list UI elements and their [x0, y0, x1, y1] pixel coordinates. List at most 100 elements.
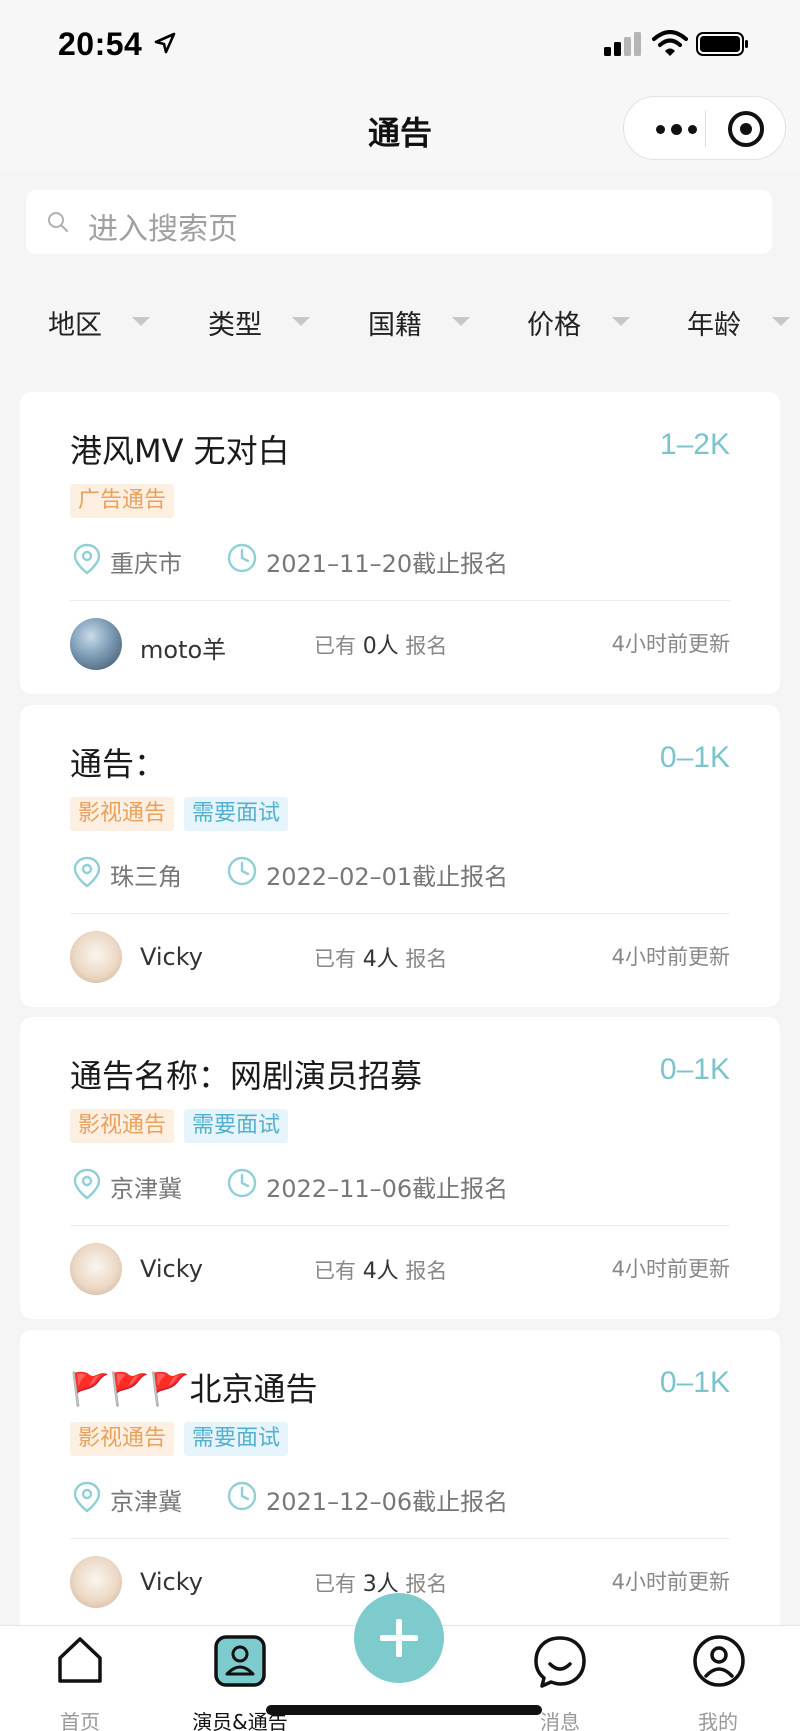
signup-count: 已有 4人 报名	[314, 1253, 447, 1285]
signup-number: 4人	[362, 947, 399, 972]
filter-nationality[interactable]: 国籍	[368, 300, 422, 344]
notice-meta: 重庆市 2021–11–20截止报名	[70, 542, 730, 578]
location-arrow-icon	[154, 32, 176, 54]
notice-tag: 影视通告	[70, 797, 175, 831]
home-icon	[58, 1637, 102, 1683]
clock-icon	[227, 1481, 257, 1511]
clock-icon	[227, 1168, 257, 1198]
signup-count: 已有 0人 报名	[314, 628, 447, 660]
signup-prefix: 已有	[314, 947, 356, 971]
card-divider	[70, 913, 730, 914]
signup-count: 已有 3人 报名	[314, 1566, 447, 1598]
wifi-icon	[652, 30, 688, 56]
notice-location: 京津冀	[110, 1488, 182, 1516]
filter-price[interactable]: 价格	[527, 300, 581, 344]
notice-title: 通告名称：网剧演员招募	[70, 1057, 423, 1095]
location-pin-icon	[73, 543, 101, 575]
notice-card[interactable]: 通告： 0–1K 影视通告 需要面试 珠三角 2022–02–01截止报名 Vic…	[20, 705, 780, 1007]
notice-deadline: 2022–11–06截止报名	[266, 1175, 509, 1203]
chevron-down-icon	[292, 317, 310, 326]
tab-messages[interactable]: 消息	[500, 1626, 620, 1731]
poster-name[interactable]: Vicky	[140, 943, 203, 971]
notice-card[interactable]: 通告名称：网剧演员招募 0–1K 影视通告 需要面试 京津冀 2022–11–06…	[20, 1017, 780, 1319]
notice-meta: 京津冀 2021–12–06截止报名	[70, 1480, 730, 1516]
search-bar[interactable]: 进入搜索页	[26, 190, 772, 254]
signup-suffix: 报名	[405, 634, 448, 658]
notice-card[interactable]: 🚩🚩🚩北京通告 0–1K 影视通告 需要面试 京津冀 2021–12–06截止报名…	[20, 1330, 780, 1632]
notice-price: 1–2K	[659, 428, 730, 461]
user-profile-icon	[693, 1635, 745, 1687]
chevron-down-icon	[612, 317, 630, 326]
tab-mine[interactable]: 我的	[658, 1626, 778, 1731]
poster-name[interactable]: Vicky	[140, 1255, 203, 1283]
filter-label: 年龄	[687, 309, 741, 341]
notice-tag: 需要面试	[184, 797, 289, 831]
notice-tag: 影视通告	[70, 1109, 175, 1143]
notice-footer: moto羊 已有 0人 报名 4小时前更新	[70, 618, 730, 670]
avatar[interactable]	[70, 931, 122, 983]
avatar[interactable]	[70, 1556, 122, 1608]
avatar[interactable]	[70, 618, 122, 670]
notice-tag: 影视通告	[70, 1422, 175, 1456]
notice-tag: 广告通告	[70, 484, 175, 518]
signup-suffix: 报名	[405, 1572, 448, 1596]
chevron-down-icon	[772, 317, 790, 326]
poster-name[interactable]: moto羊	[140, 630, 226, 665]
chevron-down-icon	[132, 317, 150, 326]
mini-program-capsule	[623, 96, 786, 160]
notice-location: 重庆市	[110, 550, 182, 578]
notice-tags: 影视通告 需要面试	[70, 1109, 289, 1143]
close-mini-program-icon[interactable]	[728, 111, 764, 147]
status-time: 20:54	[58, 26, 143, 62]
location-pin-icon	[73, 856, 101, 888]
notice-footer: Vicky 已有 4人 报名 4小时前更新	[70, 931, 730, 983]
battery-icon	[696, 32, 748, 56]
filter-age[interactable]: 年龄	[687, 300, 741, 344]
clock-icon	[227, 543, 257, 573]
capsule-divider	[705, 111, 706, 147]
cellular-signal-icon	[604, 32, 641, 56]
card-divider	[70, 600, 730, 601]
search-placeholder: 进入搜索页	[88, 212, 238, 247]
search-icon	[48, 212, 68, 232]
home-indicator	[266, 1705, 542, 1715]
message-bubble-icon	[534, 1636, 586, 1688]
tab-home[interactable]: 首页	[20, 1626, 140, 1731]
notice-price: 0–1K	[659, 1366, 730, 1399]
notice-price: 0–1K	[659, 1053, 730, 1086]
more-menu-icon[interactable]	[646, 115, 706, 143]
notice-card[interactable]: 港风MV 无对白 1–2K 广告通告 重庆市 2021–11–20截止报名 mo…	[20, 392, 780, 694]
tab-label: 首页	[60, 1710, 100, 1731]
filter-bar: 地区 类型 国籍 价格 年龄	[0, 300, 800, 344]
filter-label: 类型	[208, 309, 262, 341]
notice-tags: 影视通告 需要面试	[70, 797, 289, 831]
updated-time: 4小时前更新	[611, 632, 730, 656]
filter-label: 地区	[48, 309, 102, 341]
tab-talent-notices[interactable]: 演员&通告	[180, 1626, 300, 1731]
notice-title: 🚩🚩🚩北京通告	[70, 1370, 318, 1408]
signup-suffix: 报名	[405, 947, 448, 971]
notice-location: 珠三角	[110, 863, 182, 891]
top-bar: 20:54 通告	[0, 0, 800, 170]
add-notice-button[interactable]	[354, 1593, 444, 1683]
notice-title: 通告：	[70, 745, 167, 783]
notice-meta: 珠三角 2022–02–01截止报名	[70, 855, 730, 891]
filter-region[interactable]: 地区	[48, 300, 102, 344]
notice-title: 港风MV 无对白	[70, 432, 290, 470]
avatar[interactable]	[70, 1243, 122, 1295]
location-pin-icon	[73, 1481, 101, 1513]
filter-type[interactable]: 类型	[208, 300, 262, 344]
notice-deadline: 2021–11–20截止报名	[266, 550, 509, 578]
notice-deadline: 2021–12–06截止报名	[266, 1488, 509, 1516]
poster-name[interactable]: Vicky	[140, 1568, 203, 1596]
notice-price: 0–1K	[659, 741, 730, 774]
signup-prefix: 已有	[314, 1259, 356, 1283]
notice-deadline: 2022–02–01截止报名	[266, 863, 509, 891]
filter-label: 国籍	[368, 309, 422, 341]
status-bar: 20:54	[0, 0, 800, 90]
notice-footer: Vicky 已有 4人 报名 4小时前更新	[70, 1243, 730, 1295]
signup-prefix: 已有	[314, 634, 356, 658]
card-divider	[70, 1538, 730, 1539]
card-divider	[70, 1225, 730, 1226]
notice-tag: 需要面试	[184, 1109, 289, 1143]
